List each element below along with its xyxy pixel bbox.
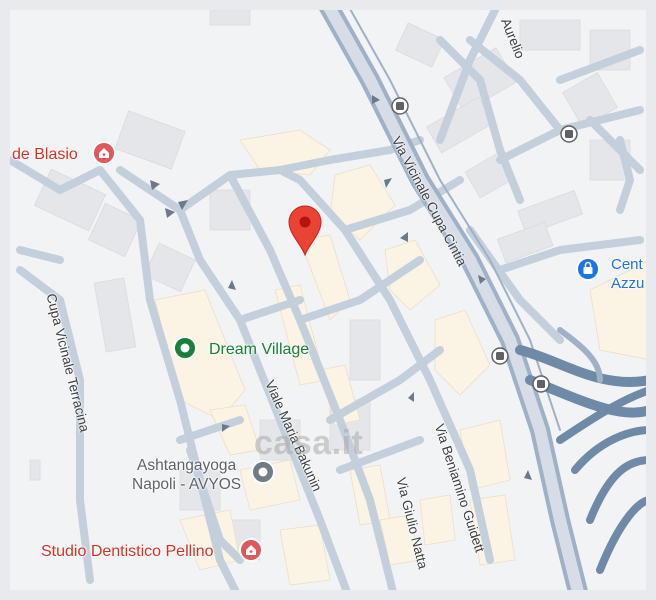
poi-label-dream-village[interactable]: Dream Village <box>209 341 309 359</box>
poi-label-ashtanga-line1: Ashtangayoga <box>137 457 237 474</box>
map-frame[interactable]: de Blasio Dream Village Ashtangayoga Nap… <box>0 0 656 600</box>
map-canvas[interactable] <box>0 0 656 600</box>
hospital-icon[interactable] <box>239 538 263 562</box>
bus-stop-icon <box>391 97 409 115</box>
bus-stop-icon <box>532 375 550 393</box>
poi-label-centro-line2: Azzu <box>611 275 645 292</box>
poi-label-centro[interactable]: Cent Azzu <box>611 255 644 293</box>
bus-stop-icon <box>491 347 509 365</box>
hospital-icon[interactable] <box>92 141 116 165</box>
park-icon[interactable] <box>173 336 197 360</box>
gym-icon[interactable] <box>251 460 275 484</box>
casa-watermark: casa.it <box>254 424 364 462</box>
poi-label-studio-dentistico[interactable]: Studio Dentistico Pellino <box>41 543 214 561</box>
poi-label-centro-line1: Cent <box>611 256 643 273</box>
bus-stop-icon <box>560 125 578 143</box>
bag-icon[interactable] <box>576 257 600 281</box>
poi-label-ashtanga[interactable]: Ashtangayoga Napoli - AVYOS <box>132 456 241 494</box>
poi-label-ashtanga-line2: Napoli - AVYOS <box>132 476 242 493</box>
poi-label-de-blasio[interactable]: de Blasio <box>12 146 78 164</box>
